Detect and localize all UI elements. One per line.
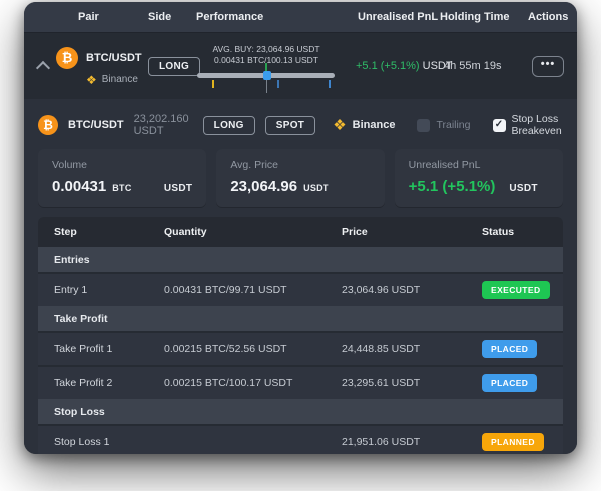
detail-market-badge: SPOT xyxy=(265,116,315,135)
stop-loss-tick xyxy=(212,80,214,88)
steps-table-body: Entries Entry 10.00431 BTC/99.71 USDT23,0… xyxy=(38,247,563,454)
steps-col-price: Price xyxy=(342,226,482,238)
table-row: Entry 10.00431 BTC/99.71 USDT23,064.96 U… xyxy=(38,272,563,306)
current-price-marker xyxy=(263,71,271,80)
trailing-checkbox-box[interactable] xyxy=(417,119,430,132)
steps-col-step: Step xyxy=(54,226,164,238)
volume-unit: BTC xyxy=(112,183,131,193)
side-badge: LONG xyxy=(148,57,200,76)
cell-quantity: 0.00431 BTC/99.71 USDT xyxy=(164,284,342,296)
avg-buy-price-label: AVG. BUY: 23,064.96 USDT xyxy=(212,44,319,55)
expanded-panel: ₿ BTC/USDT 23,202.160 USDT LONG SPOT ❖ B… xyxy=(24,99,577,454)
volume-card-label: Volume xyxy=(52,159,192,171)
table-columns-header: Pair Side Performance Unrealised PnL Hol… xyxy=(24,2,577,33)
performance-widget: AVG. BUY: 23,064.96 USDT 0.00431 BTC/100… xyxy=(196,44,336,89)
binance-icon: ❖ xyxy=(86,74,97,86)
avg-price-value: 23,064.96 xyxy=(230,178,297,195)
section-label: Take Profit xyxy=(54,313,164,325)
steps-col-quantity: Quantity xyxy=(164,226,342,238)
cell-price: 23,295.61 USDT xyxy=(342,377,482,389)
cell-price: 23,064.96 USDT xyxy=(342,284,482,296)
performance-track xyxy=(197,73,335,78)
actions-menu-button[interactable]: ••• xyxy=(532,56,564,77)
trade-panel-window: Pair Side Performance Unrealised PnL Hol… xyxy=(24,2,577,454)
exchange-label: Binance xyxy=(102,74,138,85)
col-actions: Actions xyxy=(522,11,577,23)
cell-step: Take Profit 2 xyxy=(54,377,164,389)
stop-loss-breakeven-checkbox-box[interactable]: ✓ xyxy=(493,119,506,132)
stop-loss-breakeven-checkbox[interactable]: ✓ Stop Loss Breakeven xyxy=(493,113,564,137)
detail-exchange-label: Binance xyxy=(353,119,396,131)
col-performance: Performance xyxy=(196,11,356,23)
avg-price-card: Avg. Price 23,064.96 USDT xyxy=(216,149,384,207)
table-section-row: Take Profit xyxy=(38,306,563,331)
steps-col-status: Status xyxy=(482,226,547,238)
unrealised-pnl-value: +5.1 (+5.1%) xyxy=(409,178,496,195)
cell-quantity: 0.00215 BTC/100.17 USDT xyxy=(164,377,342,389)
cell-step: Take Profit 1 xyxy=(54,343,164,355)
volume-card: Volume 0.00431 BTC USDT xyxy=(38,149,206,207)
pnl-value: +5.1 (+5.1%) xyxy=(356,60,420,72)
col-pair: Pair xyxy=(56,11,148,23)
status-badge: PLANNED xyxy=(482,433,544,451)
detail-current-price: 23,202.160 USDT xyxy=(134,113,189,137)
binance-icon-detail: ❖ xyxy=(333,118,346,133)
cell-step: Entry 1 xyxy=(54,284,164,296)
avg-buy-line xyxy=(266,78,267,93)
holding-time-value: 4h 55m 19s xyxy=(436,60,522,72)
avg-price-unit: USDT xyxy=(303,183,329,193)
steps-table-header: Step Quantity Price Status xyxy=(38,217,563,247)
entry-tick xyxy=(265,63,267,71)
cell-step: Stop Loss 1 xyxy=(54,436,164,448)
table-section-row: Stop Loss xyxy=(38,399,563,424)
col-holding-time: Holding Time xyxy=(436,11,522,23)
table-section-row: Entries xyxy=(38,247,563,272)
section-label: Stop Loss xyxy=(54,406,164,418)
btc-icon: ₿ xyxy=(56,47,78,69)
status-badge: EXECUTED xyxy=(482,281,550,299)
table-row: Take Profit 20.00215 BTC/100.17 USDT23,2… xyxy=(38,365,563,399)
position-row[interactable]: ₿ BTC/USDT ❖ Binance LONG AVG. BUY: 23,0… xyxy=(24,33,577,99)
volume-quote-currency: USDT xyxy=(164,183,192,194)
section-label: Entries xyxy=(54,254,164,266)
summary-cards: Volume 0.00431 BTC USDT Avg. Price 23,06… xyxy=(38,149,563,207)
table-row: Stop Loss 1 21,951.06 USDTPLANNED xyxy=(38,424,563,454)
cell-price: 24,448.85 USDT xyxy=(342,343,482,355)
table-row: Take Profit 10.00215 BTC/52.56 USDT24,44… xyxy=(38,331,563,365)
trailing-label: Trailing xyxy=(436,119,470,131)
detail-row: ₿ BTC/USDT 23,202.160 USDT LONG SPOT ❖ B… xyxy=(38,111,563,139)
stop-loss-breakeven-label: Stop Loss Breakeven xyxy=(512,113,564,137)
cell-price: 21,951.06 USDT xyxy=(342,436,482,448)
cell-quantity: 0.00215 BTC/52.56 USDT xyxy=(164,343,342,355)
detail-pair-label: BTC/USDT xyxy=(68,119,124,131)
take-profit-2-tick xyxy=(277,80,279,88)
collapse-chevron-icon[interactable] xyxy=(36,61,50,75)
unrealised-pnl-unit: USDT xyxy=(509,183,537,194)
take-profit-1-tick xyxy=(329,80,331,88)
unrealised-pnl-card-label: Unrealised PnL xyxy=(409,159,549,171)
avg-price-card-label: Avg. Price xyxy=(230,159,370,171)
trailing-checkbox[interactable]: Trailing xyxy=(417,119,470,132)
col-side: Side xyxy=(148,11,196,23)
unrealised-pnl-card: Unrealised PnL +5.1 (+5.1%) USDT xyxy=(395,149,563,207)
pair-label: BTC/USDT xyxy=(86,52,142,64)
status-badge: PLACED xyxy=(482,340,537,358)
steps-table: Step Quantity Price Status Entries Entry … xyxy=(38,217,563,454)
col-unrealised-pnl: Unrealised PnL xyxy=(356,11,436,23)
btc-icon-small: ₿ xyxy=(38,115,58,135)
volume-value: 0.00431 xyxy=(52,178,106,195)
detail-side-badge: LONG xyxy=(203,116,255,135)
status-badge: PLACED xyxy=(482,374,537,392)
